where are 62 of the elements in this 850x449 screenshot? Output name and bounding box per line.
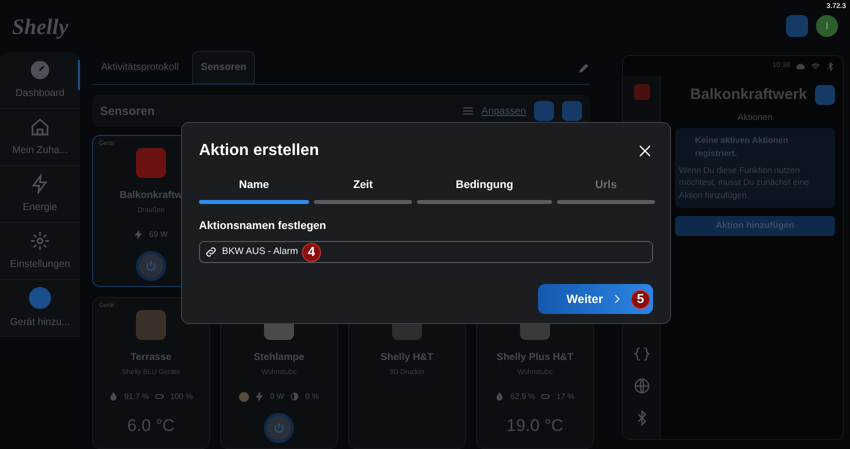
sidebar-item[interactable]: Mein Zuha... — [0, 109, 80, 166]
tab[interactable]: Aktivitätsprotokoll — [92, 51, 188, 84]
device-name: Shelly H&T — [380, 351, 434, 365]
device-thumbnail — [634, 84, 650, 100]
reading-value: 17 % — [556, 390, 575, 402]
lightning-icon — [254, 392, 264, 401]
gauge-icon — [30, 60, 50, 80]
temperature-value: 6.0 °C — [127, 414, 175, 436]
device-name: Stehlampe — [254, 351, 304, 365]
device-title: Balkonkraftwerk — [690, 85, 807, 105]
sidebar-item[interactable]: Energie — [0, 166, 80, 223]
braces-icon — [634, 346, 650, 362]
power-button[interactable] — [264, 412, 294, 442]
device-name: Balkonkraftw — [120, 189, 182, 203]
lightning-icon — [134, 230, 144, 239]
globe-icon — [634, 378, 650, 394]
pencil-icon — [578, 62, 590, 74]
panel-subtitle: Aktionen — [736, 110, 774, 124]
step-marker: 4 — [302, 242, 322, 262]
reading-value: 62.9 % — [510, 390, 536, 402]
add-icon — [29, 286, 51, 308]
temperature-value: 19.0 °C — [506, 414, 564, 436]
droplet-icon — [495, 392, 504, 401]
reading-value: 0 % — [305, 390, 320, 402]
bluetooth-icon — [826, 62, 835, 70]
wifi-icon — [811, 62, 820, 70]
sidebar-item[interactable]: Einstellungen — [0, 223, 80, 280]
device-image — [136, 310, 166, 340]
power-icon — [273, 422, 285, 434]
section-title: Sensoren — [100, 104, 155, 118]
step-label[interactable]: Zeit — [314, 177, 412, 194]
sidebar-item[interactable]: Dashboard — [0, 52, 80, 109]
link-icon — [204, 245, 218, 259]
home-icon — [30, 116, 50, 136]
step-marker: 5 — [631, 290, 650, 308]
contrast-icon — [290, 392, 300, 401]
settings-icon — [30, 230, 50, 250]
reading-value: 0 W — [270, 390, 284, 402]
tab[interactable]: Sensoren — [192, 51, 256, 84]
power-button[interactable] — [136, 250, 166, 280]
reading-value: 91.7 % — [124, 390, 150, 402]
battery-icon — [541, 392, 550, 401]
lightning-icon — [30, 174, 50, 194]
user-avatar[interactable]: I — [816, 15, 838, 37]
reading-value: 69 W — [149, 228, 168, 240]
battery-icon — [155, 392, 164, 401]
customize-link[interactable]: Anpassen — [482, 104, 526, 118]
step-label[interactable]: Bedingung — [417, 177, 552, 194]
close-icon — [637, 142, 653, 159]
device-name: Shelly Plus H&T — [496, 351, 574, 365]
device-name: Terrasse — [130, 351, 172, 365]
power-icon — [145, 260, 157, 272]
field-value: BKW AUS - Alarm — [222, 244, 298, 259]
next-button[interactable]: Weiter 5 — [538, 284, 653, 314]
logo: Shelly — [12, 12, 68, 41]
sidebar-item[interactable]: Gerät hinzu... — [0, 280, 80, 337]
reading-value: 100 % — [170, 390, 193, 402]
device-image — [136, 148, 166, 178]
cloud-icon — [796, 62, 805, 70]
sliders-icon — [462, 105, 474, 117]
droplet-icon — [109, 392, 118, 401]
name-input-field[interactable]: BKW AUS - Alarm 4 — [199, 241, 653, 263]
